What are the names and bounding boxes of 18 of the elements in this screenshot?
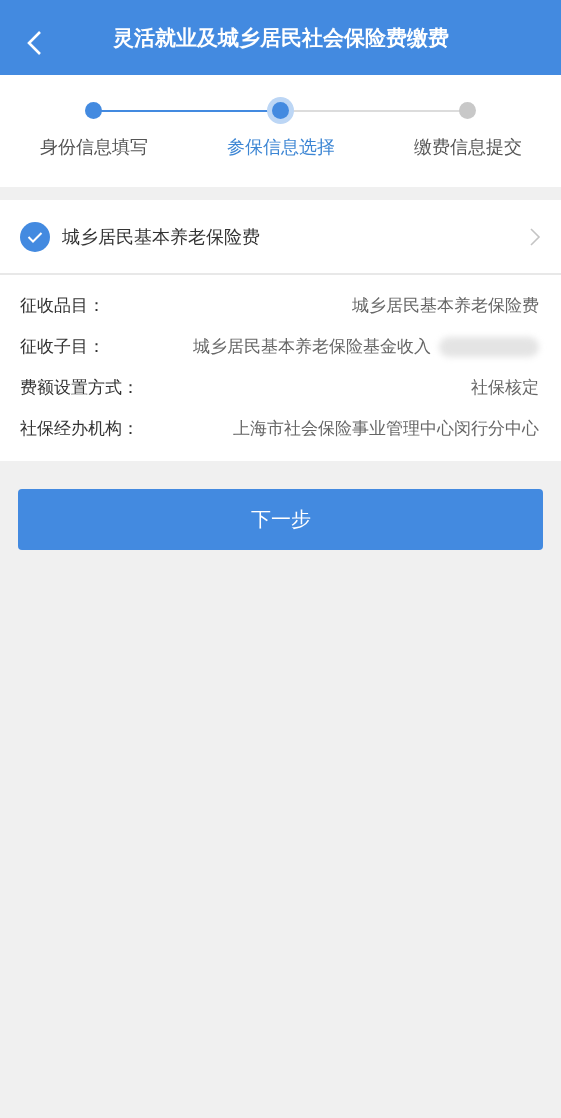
- page-title: 灵活就业及城乡居民社会保险费缴费: [112, 24, 449, 52]
- detail-label: 费额设置方式：: [20, 376, 139, 399]
- step-label: 缴费信息提交: [413, 135, 522, 159]
- detail-value: 城乡居民基本养老保险基金收入: [193, 335, 431, 358]
- back-icon[interactable]: [26, 30, 42, 56]
- detail-value: 城乡居民基本养老保险费: [352, 294, 539, 317]
- step-label: 参保信息选择: [226, 135, 335, 159]
- chevron-right-icon: [529, 226, 541, 247]
- detail-value: 上海市社会保险事业管理中心闵行分中心: [233, 417, 539, 440]
- detail-label: 社保经办机构：: [20, 417, 139, 440]
- detail-label: 征收品目：: [20, 294, 105, 317]
- next-button[interactable]: 下一步: [18, 489, 543, 550]
- checkbox-icon[interactable]: [20, 221, 50, 252]
- detail-label: 征收子目：: [20, 335, 105, 358]
- detail-value: 社保核定: [471, 376, 539, 399]
- step-label: 身份信息填写: [39, 135, 148, 159]
- insurance-item[interactable]: 城乡居民基本养老保险费: [0, 200, 561, 275]
- item-label: 城乡居民基本养老保险费: [62, 224, 261, 249]
